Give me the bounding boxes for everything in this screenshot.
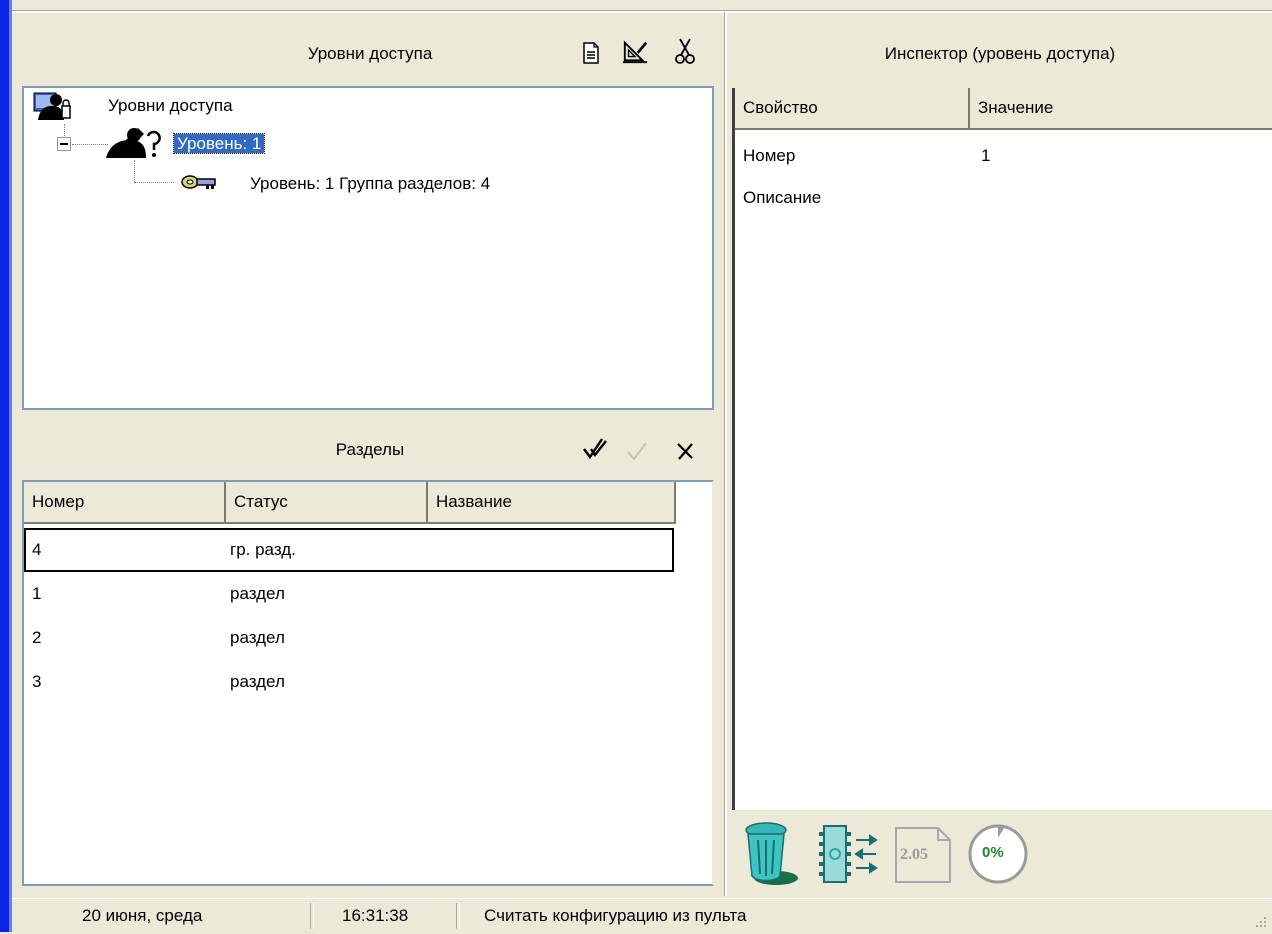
top-divider — [12, 10, 1272, 13]
cut-button[interactable] — [672, 38, 698, 64]
check-icon — [627, 442, 647, 461]
column-header-value[interactable]: Значение — [970, 88, 1272, 130]
progress-text: 0% — [982, 844, 1004, 861]
check-all-button[interactable] — [582, 436, 608, 462]
collapse-toggle[interactable] — [57, 137, 71, 151]
resize-grip-dots — [1256, 917, 1266, 927]
window-left-border — [0, 0, 9, 932]
status-bar: 20 июня, среда 16:31:38 Считать конфигур… — [12, 898, 1272, 933]
minus-icon — [60, 143, 68, 145]
chip-transfer-icon — [819, 825, 878, 883]
tree-connector — [134, 160, 135, 182]
trash-button[interactable] — [742, 820, 802, 886]
double-check-icon — [583, 438, 607, 460]
cell-number: 2 — [32, 628, 42, 647]
document-icon — [583, 42, 599, 64]
panel-splitter[interactable] — [724, 12, 727, 896]
scissors-icon — [675, 38, 695, 64]
tree-root-label[interactable]: Уровни доступа — [108, 96, 233, 116]
tree-level-label: Уровень: 1 — [172, 133, 266, 154]
key-icon — [181, 175, 216, 189]
status-separator — [310, 903, 314, 929]
table-row[interactable]: 3 раздел — [24, 660, 674, 704]
cell-status: гр. разд. — [230, 540, 296, 559]
ruler-edit-icon — [622, 40, 648, 64]
status-separator — [456, 903, 460, 929]
table-row[interactable]: 4 гр. разд. — [24, 528, 674, 572]
status-date: 20 июня, среда — [82, 906, 203, 925]
edit-button[interactable] — [622, 38, 648, 64]
cell-status: раздел — [230, 628, 285, 647]
access-levels-tree[interactable]: Уровни доступа Уровень: 1 Уровень: 1 Гру… — [22, 86, 714, 410]
tree-child-item[interactable]: Уровень: 1 Группа разделов: 4 — [250, 174, 490, 194]
cell-number: 4 — [32, 540, 42, 559]
column-header-property[interactable]: Свойство — [735, 88, 970, 130]
property-value[interactable]: 1 — [981, 134, 990, 178]
inspector-title: Инспектор (уровень доступа) — [884, 44, 1116, 63]
tree-connector — [72, 144, 108, 145]
cell-number: 3 — [32, 672, 42, 691]
version-button[interactable]: 2.05 — [894, 826, 952, 884]
trash-icon — [745, 822, 798, 885]
uncheck-button[interactable] — [672, 438, 698, 464]
progress-indicator: 0% — [966, 822, 1032, 886]
access-levels-title: Уровни доступа — [307, 44, 433, 63]
property-name[interactable]: Описание — [743, 176, 821, 220]
version-text: 2.05 — [900, 846, 928, 863]
inspector-grid[interactable]: Свойство Значение Номер 1 Описание — [732, 88, 1272, 810]
check-button[interactable] — [624, 438, 650, 464]
tree-level-item[interactable]: Уровень: 1 — [172, 133, 266, 154]
status-message: Считать конфигурацию из пульта — [484, 906, 747, 925]
cell-number: 1 — [32, 584, 42, 603]
column-header-name[interactable]: Название — [428, 482, 676, 524]
users-icon — [106, 128, 161, 158]
cell-status: раздел — [230, 584, 285, 603]
resize-grip-icon[interactable] — [1252, 913, 1268, 929]
read-config-button[interactable] — [818, 824, 880, 884]
property-name[interactable]: Номер — [743, 134, 795, 178]
window-left-border-inner — [9, 0, 12, 932]
x-icon — [677, 443, 693, 460]
cell-status: раздел — [230, 672, 285, 691]
sections-table[interactable]: Номер Статус Название 4 гр. разд. 1 разд… — [22, 480, 714, 886]
table-row[interactable]: 2 раздел — [24, 616, 674, 660]
column-header-status[interactable]: Статус — [226, 482, 428, 524]
table-row[interactable]: 1 раздел — [24, 572, 674, 616]
tree-connector — [134, 182, 174, 183]
sections-title: Разделы — [335, 440, 405, 459]
users-group-icon — [33, 92, 71, 120]
column-header-number[interactable]: Номер — [24, 482, 226, 524]
status-time: 16:31:38 — [342, 906, 409, 925]
new-document-button[interactable] — [578, 40, 604, 66]
